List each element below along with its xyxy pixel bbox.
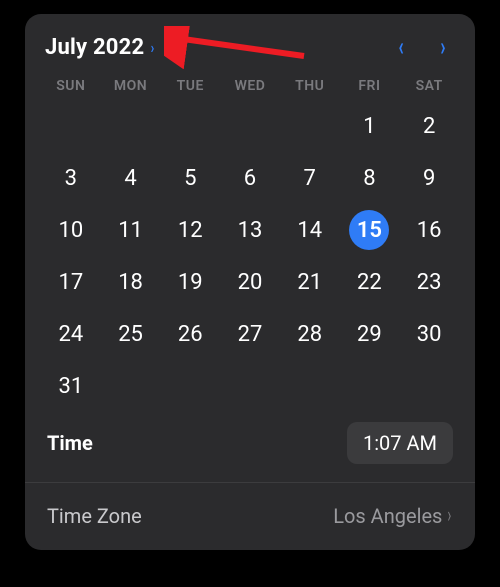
empty-cell: [160, 100, 220, 152]
day-cell[interactable]: 19: [160, 256, 220, 308]
timezone-value: Los Angeles: [333, 504, 442, 528]
day-cell[interactable]: 3: [41, 152, 101, 204]
weekday-label: THU: [280, 78, 340, 94]
weekday-label: SAT: [399, 78, 459, 94]
chevron-right-icon: ›: [448, 503, 452, 528]
timezone-label: Time Zone: [47, 504, 142, 528]
month-nav: ‹ ›: [397, 34, 455, 60]
day-cell[interactable]: 12: [160, 204, 220, 256]
day-cell[interactable]: 1: [340, 100, 400, 152]
prev-month-button[interactable]: ‹: [398, 34, 403, 60]
day-cell[interactable]: 10: [41, 204, 101, 256]
day-cell[interactable]: 17: [41, 256, 101, 308]
day-cell[interactable]: 13: [220, 204, 280, 256]
time-row: Time 1:07 AM: [41, 412, 459, 482]
day-cell[interactable]: 25: [101, 308, 161, 360]
day-cell[interactable]: 30: [399, 308, 459, 360]
day-cell[interactable]: 5: [160, 152, 220, 204]
day-cell[interactable]: 28: [280, 308, 340, 360]
empty-cell: [220, 100, 280, 152]
weekday-label: TUE: [160, 78, 220, 94]
next-month-button[interactable]: ›: [441, 34, 446, 60]
weekday-label: MON: [101, 78, 161, 94]
day-cell[interactable]: 9: [399, 152, 459, 204]
day-cell[interactable]: 6: [220, 152, 280, 204]
day-cell[interactable]: 27: [220, 308, 280, 360]
month-header-row: July 2022 › ‹ ›: [41, 34, 459, 66]
time-value-chip[interactable]: 1:07 AM: [347, 422, 453, 464]
day-cell[interactable]: 23: [399, 256, 459, 308]
weekday-header-row: SUNMONTUEWEDTHUFRISAT: [41, 78, 459, 94]
day-cell[interactable]: 15: [340, 204, 400, 256]
day-cell[interactable]: 2: [399, 100, 459, 152]
day-cell[interactable]: 20: [220, 256, 280, 308]
weekday-label: SUN: [41, 78, 101, 94]
time-label: Time: [47, 431, 93, 455]
timezone-value-wrap: Los Angeles ›: [333, 503, 453, 528]
day-cell[interactable]: 11: [101, 204, 161, 256]
day-cell[interactable]: 16: [399, 204, 459, 256]
month-picker-button[interactable]: July 2022 ›: [45, 35, 155, 60]
chevron-right-icon: ›: [151, 38, 155, 57]
day-cell[interactable]: 8: [340, 152, 400, 204]
day-cell[interactable]: 29: [340, 308, 400, 360]
day-cell[interactable]: 26: [160, 308, 220, 360]
date-picker-panel: July 2022 › ‹ › SUNMONTUEWEDTHUFRISAT 12…: [25, 14, 475, 550]
timezone-row[interactable]: Time Zone Los Angeles ›: [41, 483, 459, 550]
day-cell[interactable]: 31: [41, 360, 101, 412]
day-cell[interactable]: 14: [280, 204, 340, 256]
day-cell[interactable]: 22: [340, 256, 400, 308]
empty-cell: [101, 100, 161, 152]
day-cell[interactable]: 4: [101, 152, 161, 204]
day-cell[interactable]: 21: [280, 256, 340, 308]
empty-cell: [280, 100, 340, 152]
day-cell[interactable]: 24: [41, 308, 101, 360]
weekday-label: WED: [220, 78, 280, 94]
calendar-grid: 1234567891011121314151617181920212223242…: [41, 100, 459, 412]
weekday-label: FRI: [340, 78, 400, 94]
day-cell[interactable]: 7: [280, 152, 340, 204]
empty-cell: [41, 100, 101, 152]
month-title: July 2022: [45, 35, 144, 60]
day-cell[interactable]: 18: [101, 256, 161, 308]
